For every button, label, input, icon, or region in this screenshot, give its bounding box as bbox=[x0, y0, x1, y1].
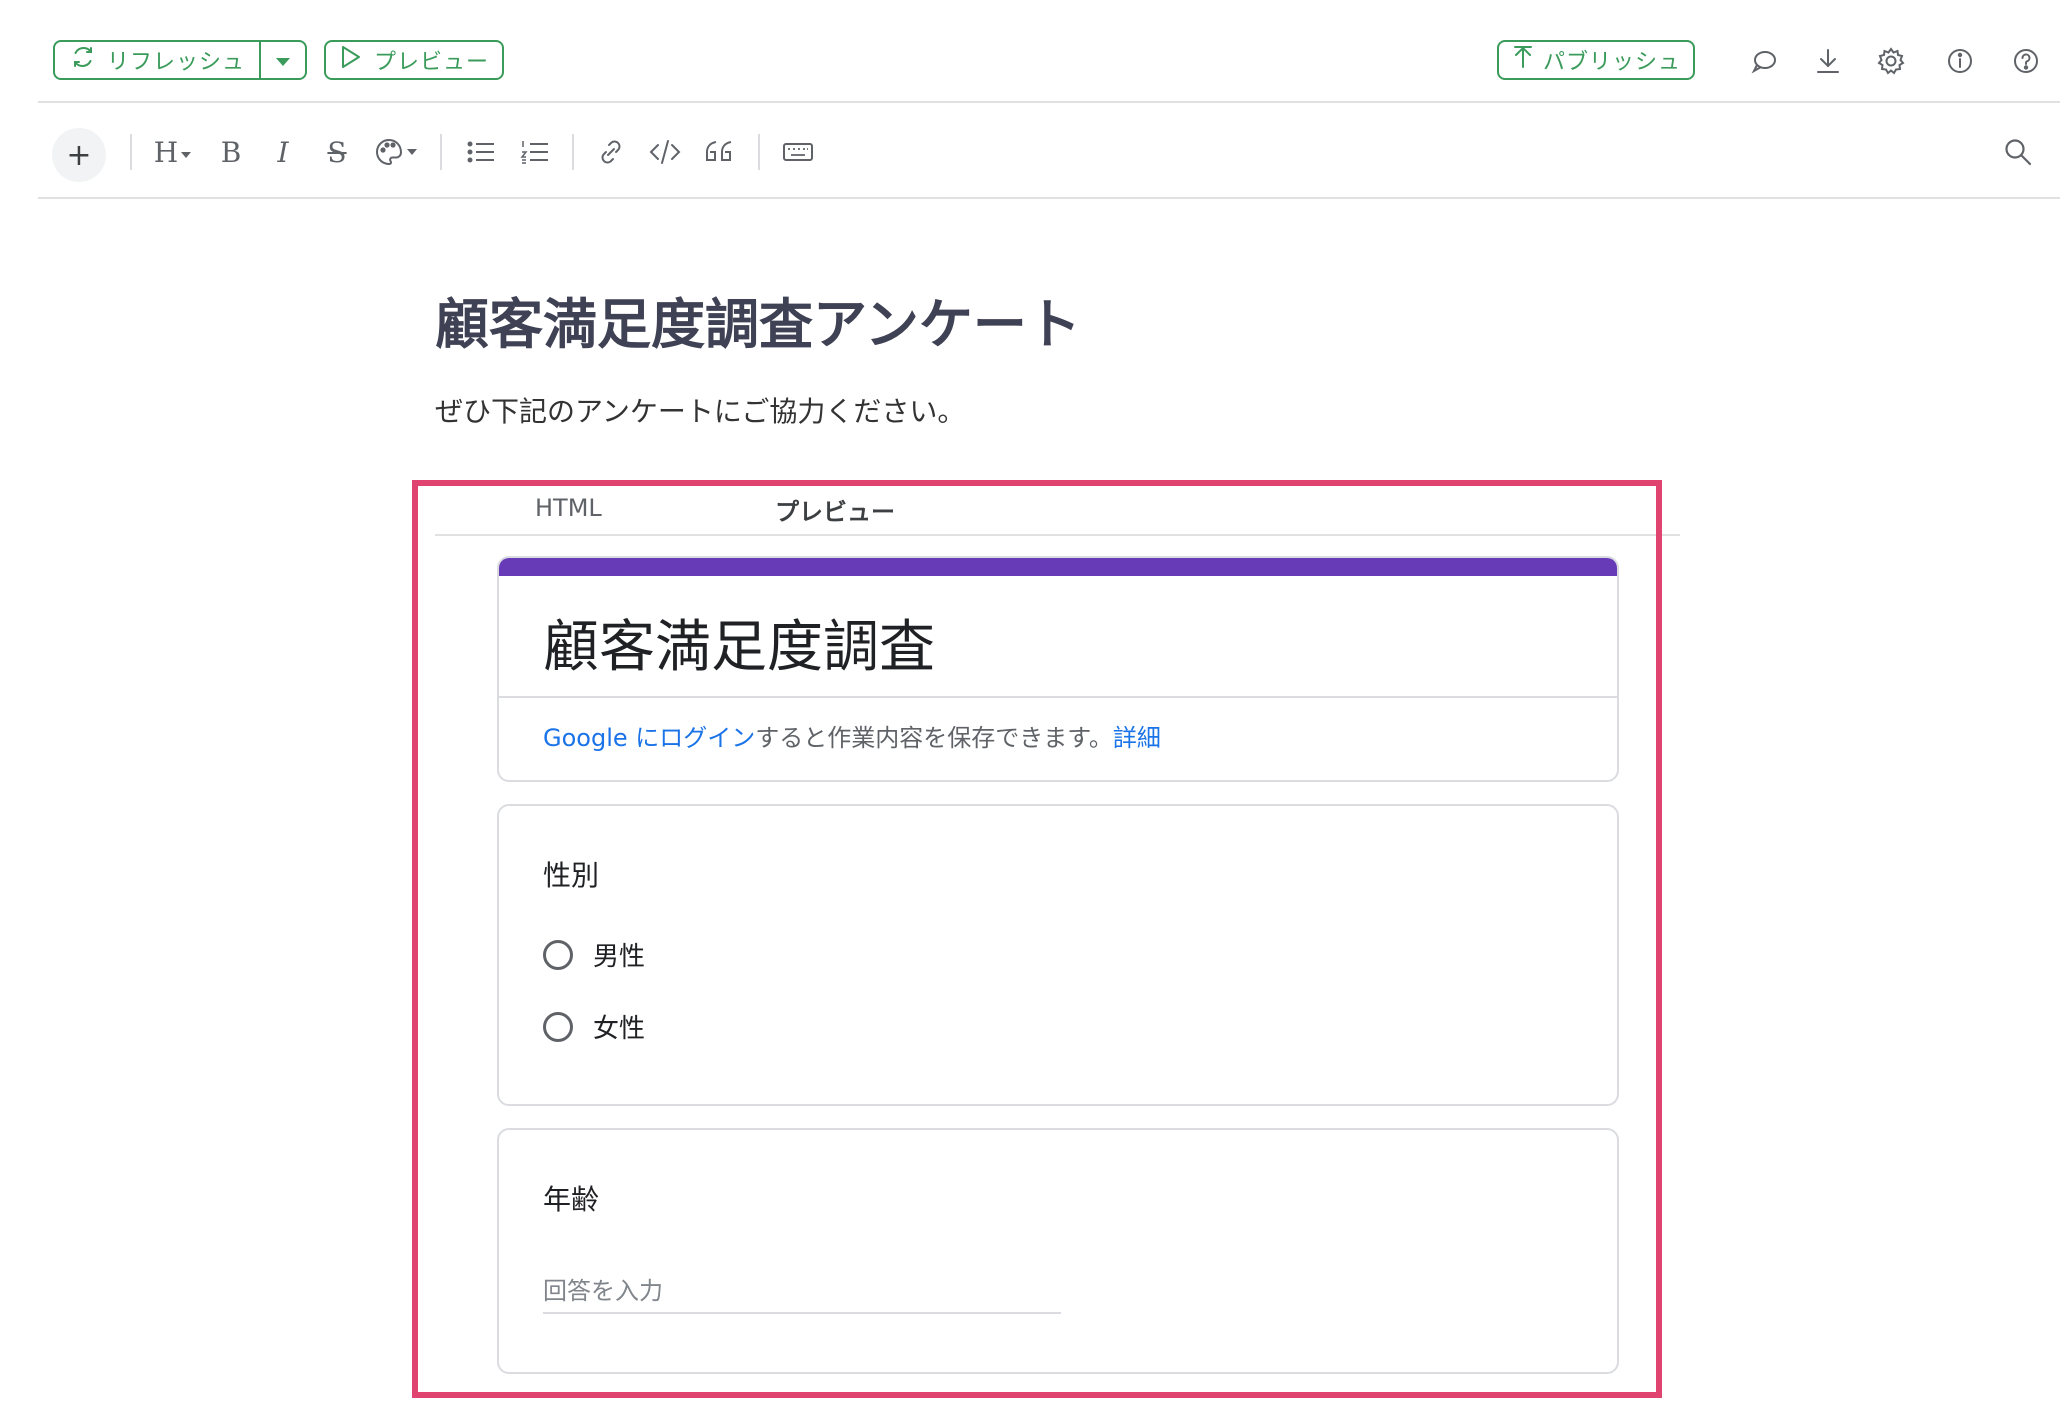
italic-button[interactable]: I bbox=[266, 132, 300, 172]
bullet-list-icon bbox=[467, 141, 494, 163]
bold-button[interactable]: B bbox=[214, 132, 248, 172]
refresh-dropdown-button[interactable] bbox=[261, 42, 305, 78]
preview-button[interactable]: プレビュー bbox=[324, 40, 504, 80]
top-bar: リフレッシュ プレビュー パブリッシュ bbox=[0, 0, 2060, 103]
caret-down-icon bbox=[407, 149, 417, 155]
bullet-list-button[interactable] bbox=[464, 132, 498, 172]
help-icon[interactable] bbox=[2009, 44, 2043, 78]
heading-icon: H bbox=[153, 135, 179, 169]
settings-icon[interactable] bbox=[1874, 44, 1908, 78]
caret-down-icon bbox=[181, 152, 192, 158]
publish-label: パブリッシュ bbox=[1543, 50, 1682, 75]
toolbar-separator bbox=[440, 134, 442, 170]
refresh-split-button: リフレッシュ bbox=[53, 40, 307, 80]
search-button[interactable] bbox=[2000, 132, 2036, 172]
refresh-icon bbox=[71, 45, 95, 75]
publish-button[interactable]: パブリッシュ bbox=[1497, 40, 1695, 80]
bold-icon: B bbox=[220, 135, 242, 169]
toolbar-separator bbox=[130, 134, 132, 170]
toolbar-separator bbox=[758, 134, 760, 170]
comment-icon[interactable] bbox=[1747, 44, 1781, 78]
search-icon bbox=[2005, 139, 2032, 166]
refresh-button[interactable]: リフレッシュ bbox=[55, 42, 261, 78]
link-icon bbox=[601, 140, 621, 164]
keyboard-icon bbox=[783, 143, 813, 161]
italic-icon: I bbox=[277, 135, 289, 169]
refresh-label: リフレッシュ bbox=[107, 50, 246, 75]
palette-icon bbox=[376, 138, 403, 166]
quote-button[interactable] bbox=[702, 132, 736, 172]
numbered-list-icon bbox=[520, 141, 548, 164]
page-title: 顧客満足度調査アンケート bbox=[435, 293, 1081, 356]
info-icon[interactable] bbox=[1943, 44, 1977, 78]
highlight-frame bbox=[412, 480, 1662, 1398]
code-button[interactable] bbox=[648, 132, 682, 172]
insert-button[interactable]: + bbox=[52, 128, 106, 182]
quote-icon bbox=[706, 141, 732, 161]
color-button[interactable] bbox=[372, 132, 420, 172]
format-toolbar bbox=[0, 103, 2060, 199]
caret-down-icon bbox=[275, 48, 291, 73]
download-icon[interactable] bbox=[1811, 44, 1845, 78]
numbered-list-button[interactable] bbox=[518, 132, 552, 172]
strikethrough-icon: S bbox=[327, 135, 347, 169]
upload-icon bbox=[1513, 45, 1533, 75]
play-icon bbox=[340, 45, 362, 75]
keyboard-button[interactable] bbox=[780, 132, 816, 172]
toolbar-separator bbox=[572, 134, 574, 170]
format-toolbar-divider bbox=[38, 197, 2060, 199]
heading-button[interactable]: H bbox=[150, 132, 196, 172]
strikethrough-button[interactable]: S bbox=[320, 132, 354, 172]
preview-label: プレビュー bbox=[374, 50, 490, 75]
code-icon bbox=[649, 140, 681, 164]
plus-icon: + bbox=[66, 137, 92, 173]
link-button[interactable] bbox=[594, 132, 628, 172]
page-description: ぜひ下記のアンケートにご協力ください。 bbox=[435, 395, 966, 428]
